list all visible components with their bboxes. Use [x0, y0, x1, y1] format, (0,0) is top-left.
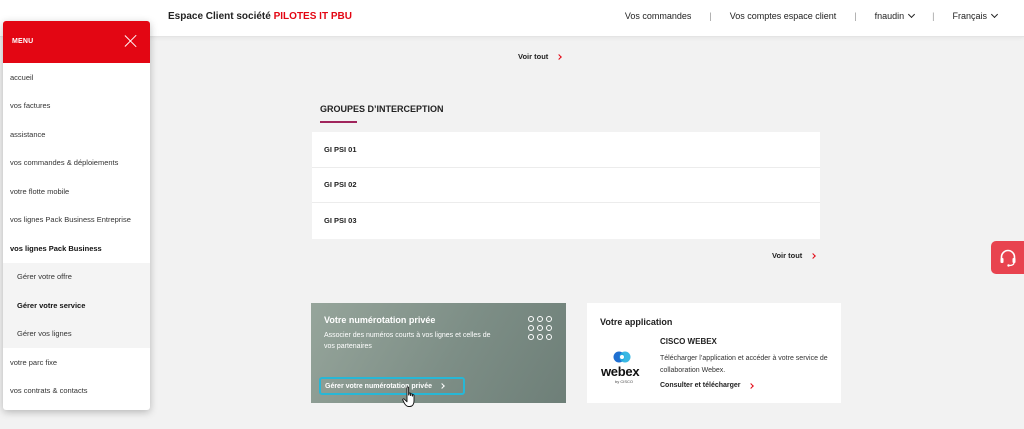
group-name: GI PSI 01	[324, 144, 357, 154]
brand-title: Espace Client société PILOTES IT PBU	[168, 11, 352, 22]
section-title-intercept: GROUPES D’INTERCEPTION	[320, 104, 444, 114]
menu-item-pack-business-enterprise[interactable]: vos lignes Pack Business Entreprise	[3, 206, 150, 235]
menu-item-mobile-fleet[interactable]: votre flotte mobile	[3, 177, 150, 206]
list-item[interactable]: GI PSI 02	[312, 168, 820, 203]
list-item[interactable]: GI PSI 01	[312, 132, 820, 168]
menu-item-home[interactable]: accueil	[3, 63, 150, 92]
top-bar: Espace Client société PILOTES IT PBU Vos…	[0, 0, 1024, 37]
app-description: Télécharger l’application et accéder à v…	[660, 355, 828, 374]
menu-subitem-manage-lines[interactable]: Gérer vos lignes	[3, 320, 150, 349]
menu-subitem-manage-offer[interactable]: Gérer votre offre	[3, 263, 150, 292]
see-all-label: Voir tout	[772, 251, 803, 260]
group-name: GI PSI 02	[324, 180, 357, 190]
chevron-down-icon	[908, 10, 916, 18]
nav-accounts-link[interactable]: Vos comptes espace client	[730, 11, 837, 21]
webex-logo: webex by CISCO	[601, 348, 643, 387]
company-name: PILOTES IT PBU	[273, 11, 352, 22]
see-all-link-top[interactable]: Voir tout	[518, 52, 563, 61]
webex-by-cisco: by CISCO	[615, 379, 634, 384]
menu-item-assistance[interactable]: assistance	[3, 120, 150, 149]
section-underline	[320, 121, 357, 123]
headset-icon	[1000, 249, 1015, 267]
nav-orders-link[interactable]: Vos commandes	[625, 11, 692, 21]
menu-item-pack-business[interactable]: vos lignes Pack Business	[3, 234, 150, 263]
promo-description: Associer des numéros courts à vos lignes…	[324, 332, 491, 350]
nav-separator: |	[709, 11, 712, 21]
menu-item-contracts[interactable]: vos contrats & contacts	[3, 377, 150, 406]
support-button[interactable]	[991, 241, 1024, 274]
promo-title: Votre numérotation privée	[324, 315, 436, 325]
chevron-right-icon	[747, 382, 754, 389]
language-label: Français	[952, 11, 987, 21]
close-icon[interactable]	[124, 34, 138, 48]
see-all-link-intercept[interactable]: Voir tout	[772, 251, 817, 260]
menu-item-orders[interactable]: vos commandes & déploiements	[3, 149, 150, 178]
see-all-label: Voir tout	[518, 52, 549, 61]
menu-subitem-manage-service[interactable]: Gérer votre service	[3, 291, 150, 320]
private-numbering-card: Votre numérotation privée Associer des n…	[311, 303, 566, 403]
app-name: CISCO WEBEX	[660, 337, 717, 346]
top-nav: Vos commandes | Vos comptes espace clien…	[625, 10, 999, 21]
webex-app-card: Votre application webex by CISCO CISCO W…	[587, 303, 841, 403]
webex-wordmark: webex	[601, 364, 640, 379]
hand-cursor-icon	[402, 386, 415, 407]
chevron-down-icon	[990, 10, 999, 18]
brand-prefix: Espace Client société	[168, 11, 271, 22]
chevron-right-icon	[810, 252, 817, 259]
intercept-group-list: GI PSI 01 GI PSI 02 GI PSI 03	[312, 132, 820, 239]
nav-separator: |	[932, 11, 935, 21]
user-menu[interactable]: fnaudin	[874, 10, 916, 21]
nav-separator: |	[854, 11, 857, 21]
language-selector[interactable]: Français	[952, 10, 999, 21]
menu-header: MENU	[3, 21, 150, 63]
link-label: Consulter et télécharger	[660, 382, 741, 389]
list-item[interactable]: GI PSI 03	[312, 203, 820, 239]
menu-item-fixed-park[interactable]: votre parc fixe	[3, 348, 150, 377]
group-name: GI PSI 03	[324, 216, 357, 226]
dial-grid-icon	[528, 316, 552, 340]
menu-item-invoices[interactable]: vos factures	[3, 92, 150, 121]
app-section-title: Votre application	[600, 317, 673, 327]
chevron-right-icon	[556, 53, 563, 60]
menu-submenu: Gérer votre offre Gérer votre service Gé…	[3, 262, 150, 349]
download-app-link[interactable]: Consulter et télécharger	[660, 382, 754, 389]
menu-title: MENU	[12, 38, 34, 45]
manage-private-numbering-button[interactable]: Gérer votre numérotation privée	[319, 377, 465, 395]
user-name: fnaudin	[874, 11, 905, 21]
side-menu: MENU accueil vos factures assistance vos…	[3, 21, 150, 410]
chevron-right-icon	[439, 383, 445, 389]
